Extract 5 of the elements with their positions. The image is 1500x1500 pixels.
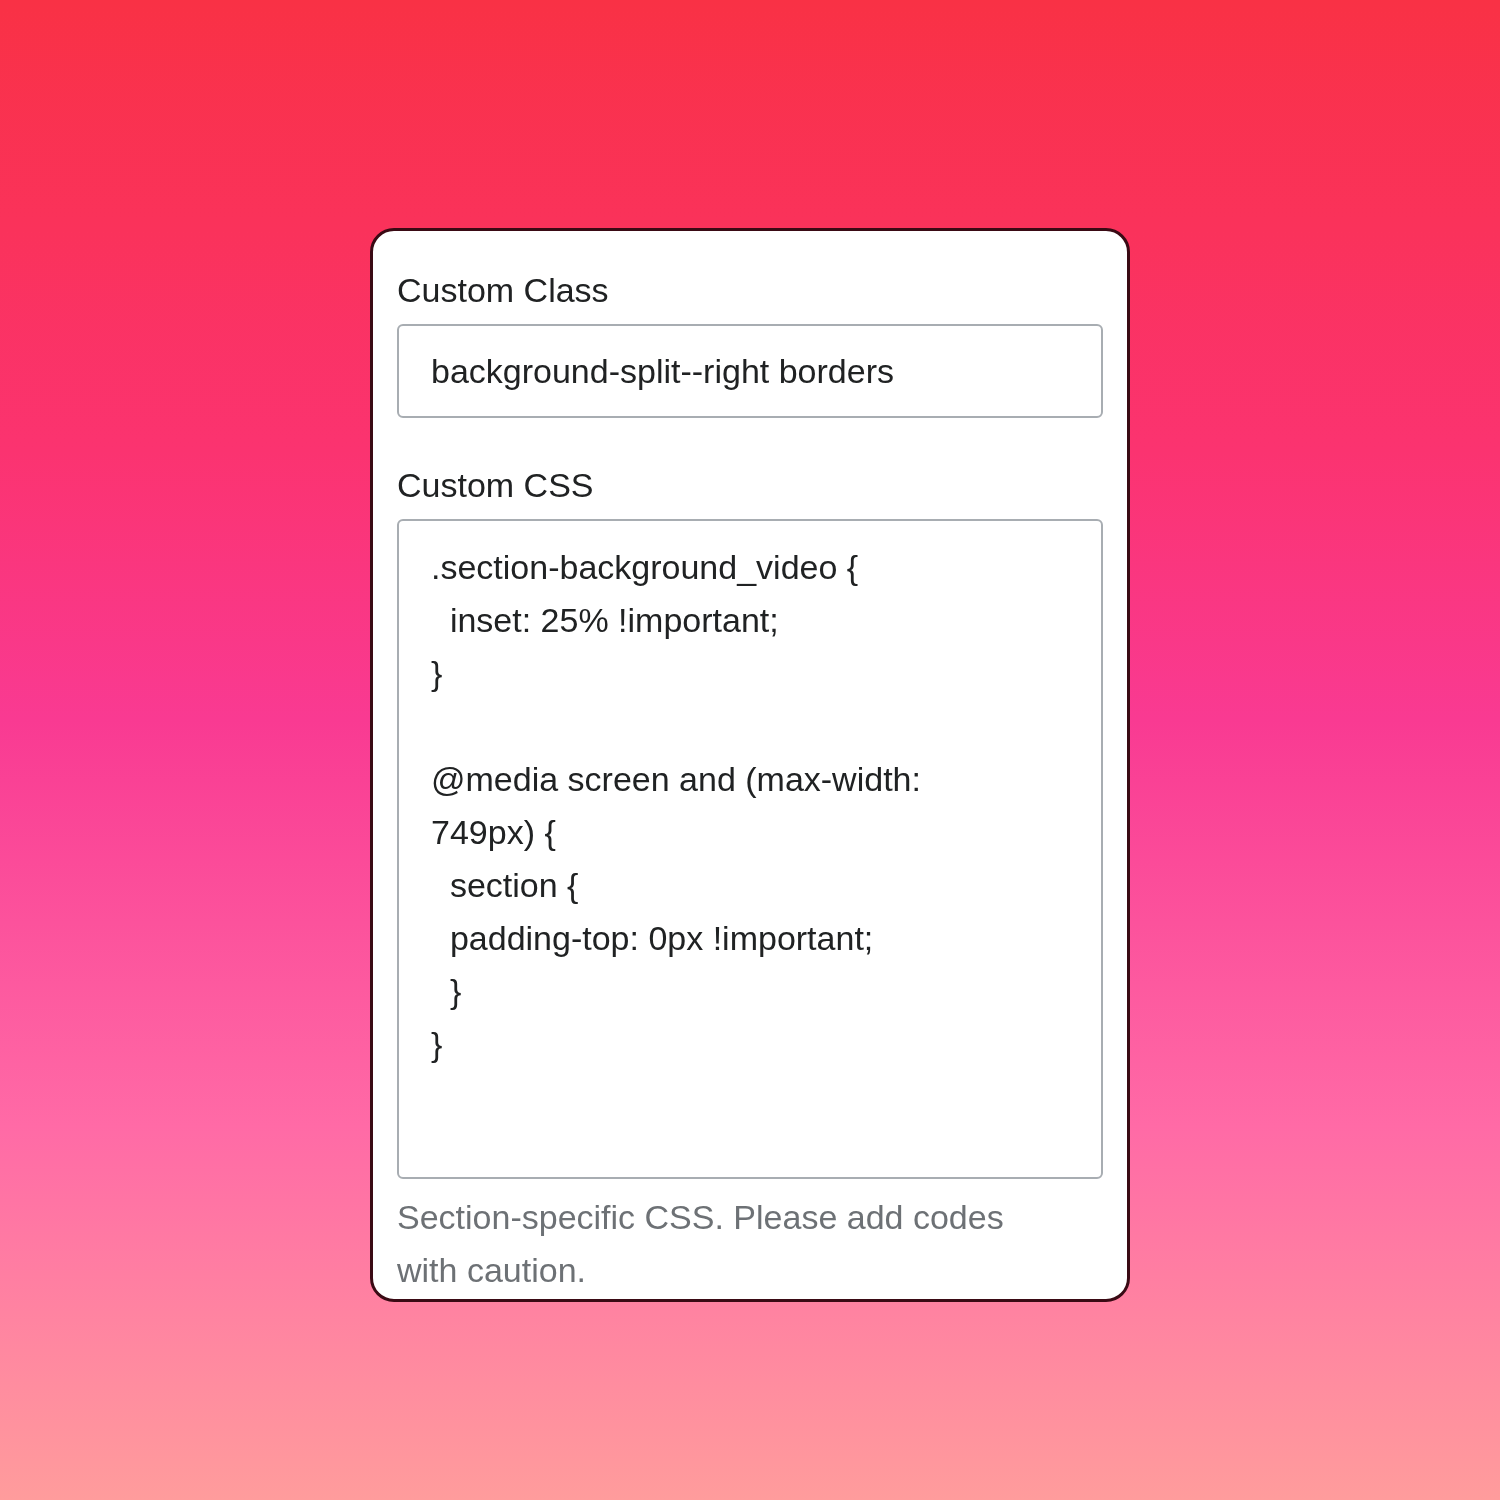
field-label: Custom Class: [397, 271, 610, 310]
code-field[interactable]: .section-background_video { inset: 25% !important; } @media screen and (max-width: 749px) { section { padding-top: 0px !important; } }: [397, 519, 1103, 1179]
field-label: Custom CSS: [397, 466, 595, 505]
help-text: Section-specific CSS. Please add codes with caution.: [397, 1197, 1005, 1291]
input-field[interactable]: background-split--right borders: [397, 324, 1103, 418]
